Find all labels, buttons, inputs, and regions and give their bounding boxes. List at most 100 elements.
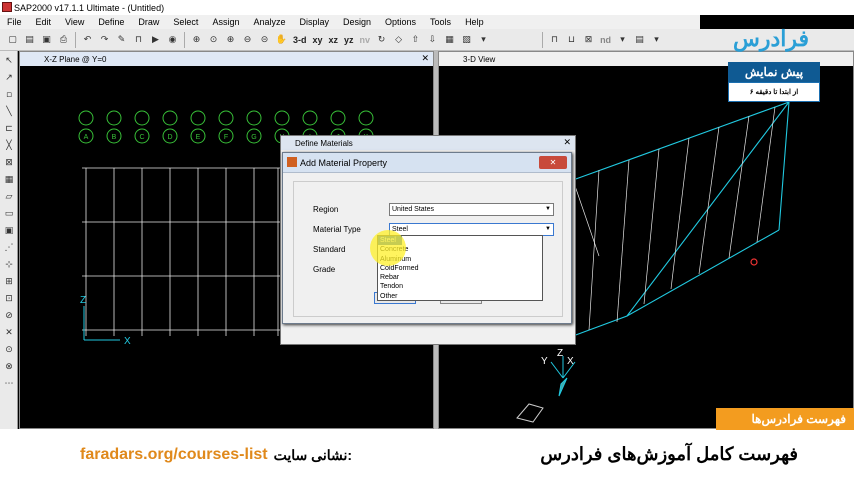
dialog-app-icon xyxy=(287,157,297,167)
chevron-down-icon: ▼ xyxy=(545,226,551,232)
view-nd-button[interactable]: nd xyxy=(600,35,611,45)
close-icon[interactable]: ✕ xyxy=(421,53,429,64)
run-icon[interactable]: ▶ xyxy=(149,33,163,47)
draw-frame-icon[interactable]: ╲ xyxy=(3,106,15,118)
site-address: faradars.org/courses-list نشانی سایت: xyxy=(80,446,352,464)
menu-define[interactable]: Define xyxy=(91,17,131,27)
section-outline xyxy=(516,403,544,423)
close-icon[interactable]: ✕ xyxy=(563,137,571,148)
site-url[interactable]: faradars.org/courses-list xyxy=(80,446,268,464)
zoom-window-icon[interactable]: ⊕ xyxy=(190,33,204,47)
menu-draw[interactable]: Draw xyxy=(131,17,166,27)
region-select[interactable]: United States ▼ xyxy=(389,203,554,216)
grid-label: F xyxy=(224,134,228,141)
rotate-icon[interactable]: ↻ xyxy=(375,33,389,47)
solid-icon[interactable]: ⊠ xyxy=(582,33,596,47)
dropdown-icon[interactable]: ▾ xyxy=(650,33,664,47)
view-nv-button[interactable]: nv xyxy=(360,35,371,45)
new-file-icon[interactable]: ▢ xyxy=(6,33,20,47)
intersect-icon[interactable]: ✕ xyxy=(3,327,15,339)
category-banner: فهرست فرادرس‌ها xyxy=(716,408,854,430)
define-materials-title: Define Materials xyxy=(295,138,353,148)
pointer-icon[interactable]: ↖ xyxy=(3,55,15,67)
option-aluminum[interactable]: Aluminum xyxy=(378,255,542,264)
toolbar-divider xyxy=(75,31,76,48)
view-xz-button[interactable]: xz xyxy=(329,35,339,45)
menu-select[interactable]: Select xyxy=(166,17,205,27)
redo-icon[interactable]: ↷ xyxy=(98,33,112,47)
area-icon[interactable]: ⊔ xyxy=(565,33,579,47)
option-steel[interactable]: Steel xyxy=(378,236,402,246)
print-icon[interactable]: ⎙ xyxy=(57,33,71,47)
menu-tools[interactable]: Tools xyxy=(423,17,458,27)
3d-axis-y-label: Y xyxy=(541,356,548,367)
quick-frame-icon[interactable]: ⊏ xyxy=(3,123,15,135)
option-tendon[interactable]: Tendon xyxy=(378,282,542,291)
undo-icon[interactable]: ↶ xyxy=(81,33,95,47)
quick-brace-icon[interactable]: ⊠ xyxy=(3,157,15,169)
category-banner-text: فهرست فرادرس‌ها xyxy=(751,412,846,426)
save-icon[interactable]: ▣ xyxy=(40,33,54,47)
view-3d-button[interactable]: 3-d xyxy=(293,35,307,45)
snap-icon[interactable]: ⊙ xyxy=(3,344,15,356)
zoom-out-icon[interactable]: ⊖ xyxy=(241,33,255,47)
snap-mid-icon[interactable]: ⊗ xyxy=(3,361,15,373)
lock-icon[interactable]: ⊓ xyxy=(132,33,146,47)
object-shrink-icon[interactable]: ▦ xyxy=(443,33,457,47)
snap-all-icon[interactable]: ⋯ xyxy=(3,378,15,390)
axis-triad xyxy=(83,306,120,341)
menu-options[interactable]: Options xyxy=(378,17,423,27)
set-display-icon[interactable]: ▧ xyxy=(460,33,474,47)
brace-icon[interactable]: ╳ xyxy=(3,140,15,152)
zoom-in-icon[interactable]: ⊕ xyxy=(224,33,238,47)
option-rebar[interactable]: Rebar xyxy=(378,273,542,282)
toolbar-divider xyxy=(542,31,544,48)
run-analysis-icon[interactable]: ◉ xyxy=(166,33,180,47)
poly-area-icon[interactable]: ▱ xyxy=(3,191,15,203)
menu-edit[interactable]: Edit xyxy=(29,17,59,27)
select-all-icon[interactable]: ⊞ xyxy=(3,276,15,288)
menu-analyze[interactable]: Analyze xyxy=(246,17,292,27)
menu-assign[interactable]: Assign xyxy=(205,17,246,27)
link-icon[interactable]: ⋰ xyxy=(3,242,15,254)
3d-axis-z-label: Z xyxy=(557,348,563,359)
zoom-prev-icon[interactable]: ⊝ xyxy=(258,33,272,47)
grade-label: Grade xyxy=(313,265,336,274)
clear-select-icon[interactable]: ⊘ xyxy=(3,310,15,322)
menu-file[interactable]: File xyxy=(0,17,29,27)
menu-design[interactable]: Design xyxy=(336,17,378,27)
rect-area-icon[interactable]: ▭ xyxy=(3,208,15,220)
option-other[interactable]: Other xyxy=(378,292,542,301)
selected-joint-marker[interactable] xyxy=(750,258,758,266)
zoom-extents-icon[interactable]: ⊙ xyxy=(207,33,221,47)
reshape-icon[interactable]: ↗ xyxy=(3,72,15,84)
joint-icon[interactable]: ▫ xyxy=(3,89,15,101)
perspective-icon[interactable]: ◇ xyxy=(392,33,406,47)
dropdown-icon[interactable]: ▾ xyxy=(477,33,491,47)
window-titlebar: SAP2000 v17.1.1 Ultimate - (Untitled) xyxy=(0,0,854,15)
section-cut-icon[interactable]: ⊹ xyxy=(3,259,15,271)
model-base-marker xyxy=(558,377,568,397)
open-folder-icon[interactable]: ▤ xyxy=(23,33,37,47)
select-prev-icon[interactable]: ⊡ xyxy=(3,293,15,305)
menu-display[interactable]: Display xyxy=(292,17,336,27)
pencil-icon[interactable]: ✎ xyxy=(115,33,129,47)
menu-help[interactable]: Help xyxy=(458,17,491,27)
secondary-beam-icon[interactable]: ▦ xyxy=(3,174,15,186)
dropdown-icon[interactable]: ▾ xyxy=(616,33,630,47)
option-coldformed[interactable]: ColdFormed xyxy=(378,264,542,273)
3d-view-title: 3-D View xyxy=(463,54,496,64)
table-icon[interactable]: ▤ xyxy=(633,33,647,47)
close-button[interactable]: ✕ xyxy=(539,156,567,169)
frame-icon[interactable]: ⊓ xyxy=(548,33,562,47)
move-down-icon[interactable]: ⇩ xyxy=(426,33,440,47)
move-up-icon[interactable]: ⇧ xyxy=(409,33,423,47)
view-yz-button[interactable]: yz xyxy=(344,35,354,45)
material-type-dropdown-list[interactable]: Steel Concrete Aluminum ColdFormed Rebar… xyxy=(377,235,543,301)
option-concrete[interactable]: Concrete xyxy=(378,245,542,254)
view-xy-button[interactable]: xy xyxy=(313,35,323,45)
faradars-logo-text: فرادرس xyxy=(732,26,810,51)
menu-view[interactable]: View xyxy=(58,17,91,27)
quick-area-icon[interactable]: ▣ xyxy=(3,225,15,237)
pan-icon[interactable]: ✋ xyxy=(275,33,289,47)
